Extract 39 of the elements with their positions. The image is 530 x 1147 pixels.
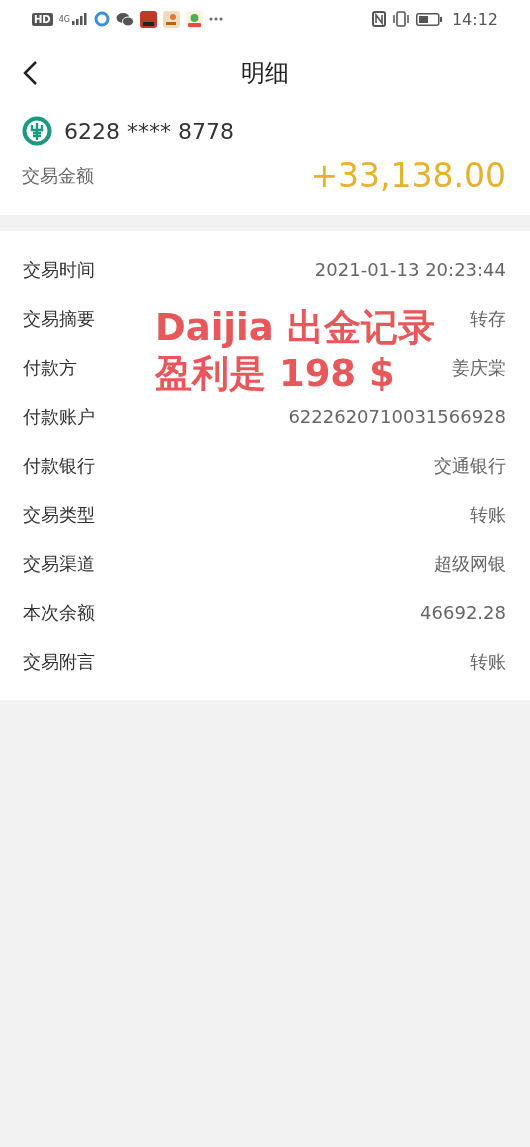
back-icon[interactable] <box>22 60 38 86</box>
detail-label: 交易附言 <box>23 649 95 674</box>
annotation-text: 盈利是 198 $ <box>155 351 396 397</box>
chat-icon <box>115 11 134 27</box>
detail-label: 交易类型 <box>23 502 95 527</box>
detail-label: 付款方 <box>23 355 77 380</box>
vibrate-icon <box>391 11 410 27</box>
amount-value: +33,138.00 <box>310 156 506 195</box>
detail-value: 46692.28 <box>420 602 506 623</box>
detail-label: 交易时间 <box>23 257 95 282</box>
app-icon <box>93 11 110 27</box>
page-title: 明细 <box>241 58 289 89</box>
app-icon <box>162 10 180 28</box>
annotation-text: Daijia 出金记录 <box>155 305 435 351</box>
clock: 14:12 <box>451 9 498 29</box>
account-number: 6228 **** 8778 <box>64 118 234 144</box>
battery-icon <box>415 12 442 26</box>
detail-value: 交通银行 <box>434 453 506 478</box>
app-icon <box>139 10 157 28</box>
detail-value: 转账 <box>470 502 506 527</box>
detail-label: 本次余额 <box>23 600 95 625</box>
detail-label: 付款账户 <box>23 404 95 429</box>
detail-value: 转账 <box>470 649 506 674</box>
detail-value: 姜庆棠 <box>452 355 506 380</box>
signal-icon <box>71 13 88 25</box>
detail-value: 超级网银 <box>434 551 506 576</box>
detail-label: 交易渠道 <box>23 551 95 576</box>
detail-label: 付款银行 <box>23 453 95 478</box>
detail-value: 6222620710031566928 <box>288 406 506 427</box>
nfc-icon <box>371 11 386 27</box>
hd-badge: HD <box>32 12 53 26</box>
network-label: 4G <box>58 14 70 24</box>
app-icon <box>185 10 203 28</box>
detail-value: 2021-01-13 20:23:44 <box>314 259 506 280</box>
bank-logo-icon <box>22 116 52 146</box>
detail-value: 转存 <box>470 306 506 331</box>
amount-label: 交易金额 <box>22 163 94 188</box>
detail-label: 交易摘要 <box>23 306 95 331</box>
more-icon <box>208 17 223 21</box>
